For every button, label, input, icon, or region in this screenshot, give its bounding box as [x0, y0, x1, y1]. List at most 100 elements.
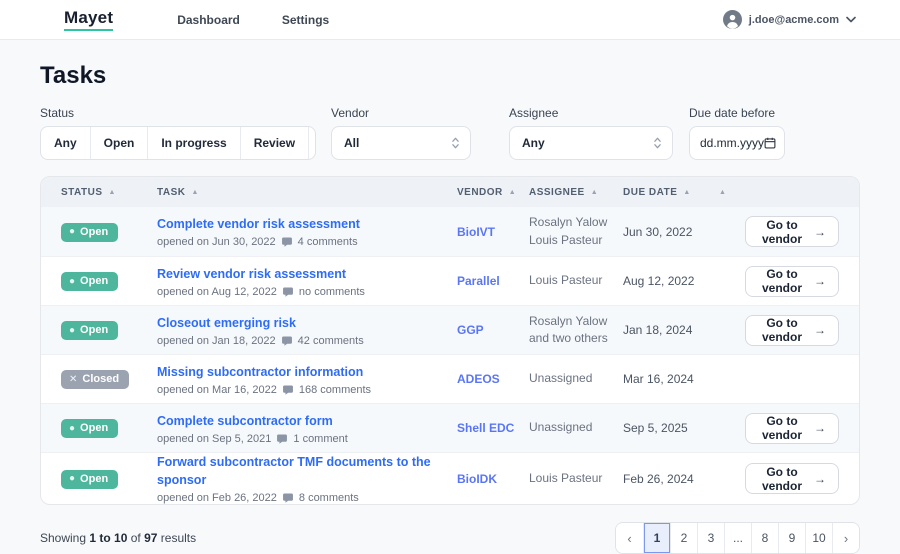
go-to-vendor-button[interactable]: Go to vendor →	[745, 314, 839, 346]
status-option-closed[interactable]: Closed	[308, 127, 315, 159]
comment-icon	[282, 384, 294, 396]
status-dot-icon: ●	[69, 275, 76, 287]
go-to-vendor-button[interactable]: Go to vendor →	[745, 412, 839, 444]
table-footer: Showing 1 to 10 of 97 results ‹ 1 2 3 ..…	[40, 522, 860, 554]
opened-date: opened on Sep 5, 2021	[157, 432, 272, 445]
vendor-link[interactable]: ADEOS	[457, 372, 500, 386]
vendor-link[interactable]: Shell EDC	[457, 421, 514, 435]
select-chevrons-icon	[653, 136, 662, 150]
table-row: ✕ Closed Missing subcontractor informatio…	[41, 354, 859, 403]
vendor-select-value: All	[344, 136, 360, 150]
status-filter-group: Status Any Open In progress Review Close…	[40, 106, 316, 160]
user-menu[interactable]: j.doe@acme.com	[722, 10, 856, 29]
table-row: ● Open Closeout emerging risk opened on J…	[41, 305, 859, 354]
arrow-right-icon: →	[814, 224, 826, 239]
page-ellipsis: ...	[724, 523, 751, 553]
comment-icon	[276, 433, 288, 445]
opened-date: opened on Jun 30, 2022	[157, 236, 276, 248]
status-dot-icon: ●	[69, 422, 76, 434]
task-link[interactable]: Complete subcontractor form	[157, 414, 333, 428]
arrow-right-icon: →	[814, 421, 826, 435]
page-button-9[interactable]: 9	[778, 523, 805, 553]
page-button-3[interactable]: 3	[697, 523, 724, 553]
comment-icon	[282, 492, 294, 504]
brand-logo[interactable]: Mayet	[64, 8, 114, 31]
nav-item-dashboard[interactable]: Dashboard	[177, 13, 240, 27]
column-header-assignee[interactable]: ASSIGNEE ▲	[529, 187, 623, 198]
vendor-filter-group: Vendor All	[331, 106, 471, 160]
status-option-review[interactable]: Review	[239, 127, 308, 159]
page-button-10[interactable]: 10	[805, 523, 832, 553]
user-email: j.doe@acme.com	[748, 13, 839, 26]
column-header-vendor[interactable]: VENDOR ▲	[457, 187, 529, 198]
vendor-link[interactable]: BioIVT	[457, 225, 495, 239]
column-header-status[interactable]: STATUS ▲	[61, 187, 157, 198]
vendor-link[interactable]: BioIDK	[457, 472, 497, 486]
sort-icon[interactable]: ▲	[591, 189, 598, 196]
filters-bar: Status Any Open In progress Review Close…	[40, 106, 860, 160]
assignee-select-value: Any	[522, 136, 545, 150]
assignee-names: Louis Pasteur	[529, 273, 603, 288]
task-link[interactable]: Review vendor risk assessment	[157, 267, 346, 281]
avatar-icon	[722, 10, 742, 29]
status-option-open[interactable]: Open	[89, 127, 148, 159]
go-to-vendor-button[interactable]: Go to vendor →	[745, 265, 839, 297]
column-header-extra-sort[interactable]: ▲	[719, 189, 745, 196]
comment-icon	[282, 286, 294, 298]
due-date-input[interactable]: dd.mm.yyyy	[689, 126, 785, 160]
sort-icon[interactable]: ▲	[719, 189, 726, 196]
vendor-link[interactable]: GGP	[457, 323, 484, 337]
status-badge: ● Open	[61, 321, 119, 341]
task-link[interactable]: Complete vendor risk assessment	[157, 217, 360, 231]
column-header-due-date[interactable]: DUE DATE ▲	[623, 187, 719, 198]
opened-date: opened on Jan 18, 2022	[157, 334, 276, 347]
sort-icon[interactable]: ▲	[509, 189, 516, 196]
table-header-row: STATUS ▲ TASK ▲ VENDOR ▲ ASSIGNEE ▲ DUE DATE…	[41, 177, 859, 207]
sort-icon[interactable]: ▲	[191, 189, 198, 196]
assignee-names: Unassigned	[529, 371, 593, 386]
sort-icon[interactable]: ▲	[109, 189, 116, 196]
due-date-filter-group: Due date before dd.mm.yyyy	[689, 106, 785, 160]
table-row: ● Open Forward subcontractor TMF document…	[41, 452, 859, 504]
task-link[interactable]: Missing subcontractor information	[157, 365, 363, 379]
due-date: Sep 5, 2025	[623, 421, 688, 435]
assignee-names: Rosalyn Yalow Louis Pasteur	[529, 215, 608, 247]
due-date-filter-label: Due date before	[689, 106, 776, 120]
comment-icon	[281, 335, 293, 347]
vendor-select[interactable]: All	[331, 126, 471, 160]
assignee-names: Louis Pasteur	[529, 470, 603, 485]
task-link[interactable]: Forward subcontractor TMF documents to t…	[157, 455, 431, 487]
due-date: Mar 16, 2024	[623, 372, 694, 386]
sort-icon[interactable]: ▲	[683, 189, 690, 196]
status-x-icon: ✕	[69, 373, 78, 385]
vendor-link[interactable]: Parallel	[457, 274, 500, 288]
task-link[interactable]: Closeout emerging risk	[157, 316, 296, 330]
status-segmented-control: Any Open In progress Review Closed	[40, 126, 316, 160]
due-date: Feb 26, 2024	[623, 471, 694, 486]
due-date: Jan 18, 2024	[623, 323, 693, 337]
go-to-vendor-button[interactable]: Go to vendor →	[745, 216, 839, 247]
status-option-in-progress[interactable]: In progress	[147, 127, 239, 159]
page-button-1[interactable]: 1	[643, 523, 670, 553]
assignee-select[interactable]: Any	[509, 126, 673, 160]
page-button-2[interactable]: 2	[670, 523, 697, 553]
status-badge: ● Open	[61, 469, 119, 489]
go-to-vendor-button[interactable]: Go to vendor →	[745, 463, 839, 494]
calendar-icon[interactable]	[764, 137, 776, 149]
comment-count: 8 comments	[298, 492, 359, 504]
comment-icon	[281, 236, 293, 248]
status-badge: ● Open	[61, 419, 119, 439]
column-header-task[interactable]: TASK ▲	[157, 187, 457, 198]
opened-date: opened on Mar 16, 2022	[157, 383, 277, 396]
page-button-8[interactable]: 8	[751, 523, 778, 553]
status-dot-icon: ●	[69, 324, 76, 336]
results-summary: Showing 1 to 10 of 97 results	[40, 531, 197, 545]
next-page-button[interactable]: ›	[832, 523, 859, 553]
previous-page-button[interactable]: ‹	[616, 523, 643, 553]
due-date: Jun 30, 2022	[623, 224, 693, 239]
comment-count: no comments	[298, 285, 365, 298]
status-badge: ● Open	[61, 272, 119, 292]
status-option-any[interactable]: Any	[41, 127, 90, 159]
status-badge: ● Open	[61, 222, 119, 242]
nav-item-settings[interactable]: Settings	[282, 13, 329, 27]
